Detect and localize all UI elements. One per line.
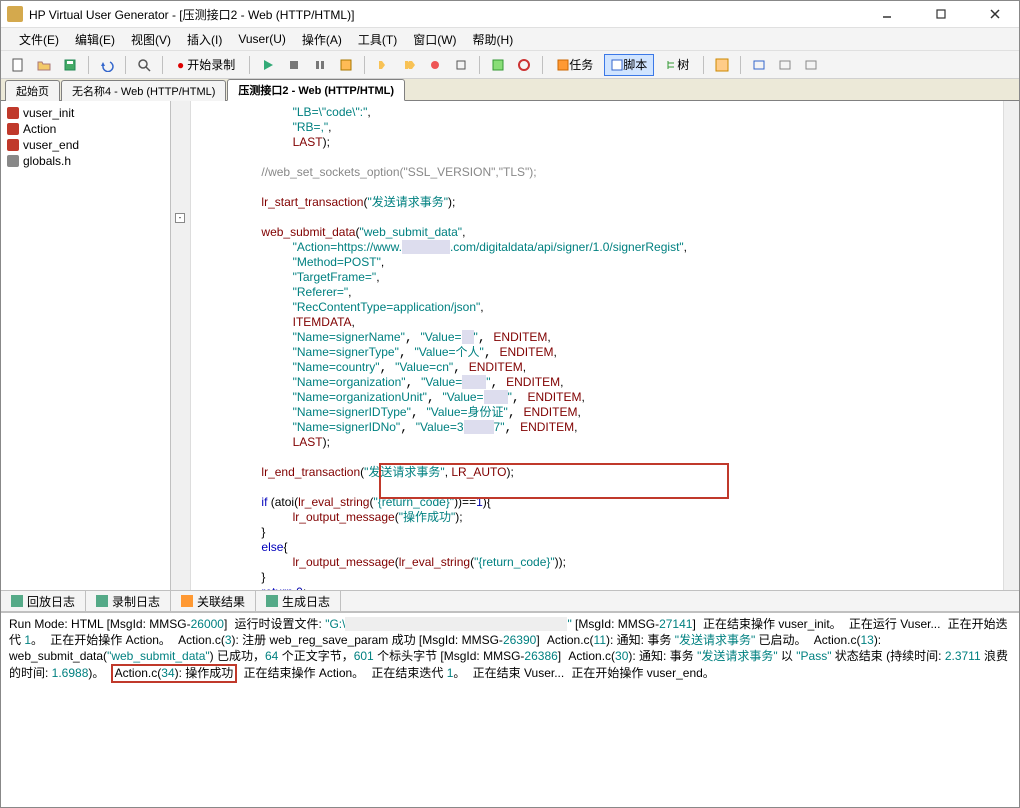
tab-test2[interactable]: 压测接口2 - Web (HTTP/HTML) — [227, 79, 405, 101]
close-button[interactable] — [977, 4, 1013, 24]
action-icon — [7, 123, 19, 135]
gutter: - — [171, 101, 191, 590]
ext2-button[interactable] — [774, 54, 796, 76]
action-icon — [7, 107, 19, 119]
minimize-button[interactable] — [869, 4, 905, 24]
tree-action[interactable]: Action — [5, 121, 166, 137]
new-button[interactable] — [7, 54, 29, 76]
workspace: vuser_init Action vuser_end globals.h - … — [1, 101, 1019, 590]
action-icon — [7, 139, 19, 151]
corr-icon — [181, 595, 193, 607]
fold-icon[interactable]: - — [175, 213, 185, 223]
menu-insert[interactable]: 插入(I) — [179, 29, 230, 50]
btab-record[interactable]: 录制日志 — [86, 591, 171, 612]
app-icon — [7, 6, 23, 22]
maximize-button[interactable] — [923, 4, 959, 24]
play-button[interactable] — [257, 54, 279, 76]
icon6-button[interactable] — [513, 54, 535, 76]
output-tabs: 回放日志 录制日志 关联结果 生成日志 — [1, 590, 1019, 612]
log-icon — [266, 595, 278, 607]
code-content[interactable]: "LB=\"code\":", "RB=,", LAST); //web_set… — [191, 101, 1003, 590]
layout-button[interactable] — [711, 54, 733, 76]
menu-edit[interactable]: 编辑(E) — [67, 29, 123, 50]
tree-globals[interactable]: globals.h — [5, 153, 166, 169]
step3-button[interactable] — [424, 54, 446, 76]
vscrollbar[interactable] — [1003, 101, 1019, 590]
toolbar: ●开始录制 任务 脚本 树 — [1, 51, 1019, 79]
app-window: HP Virtual User Generator - [压测接口2 - Web… — [0, 0, 1020, 808]
menu-window[interactable]: 窗口(W) — [405, 29, 464, 50]
btab-corr[interactable]: 关联结果 — [171, 591, 256, 612]
undo-button[interactable] — [96, 54, 118, 76]
titlebar: HP Virtual User Generator - [压测接口2 - Web… — [1, 1, 1019, 27]
tab-start[interactable]: 起始页 — [5, 80, 60, 101]
ext1-button[interactable] — [748, 54, 770, 76]
btab-replay[interactable]: 回放日志 — [1, 591, 86, 612]
script-button[interactable]: 脚本 — [604, 54, 654, 76]
menu-file[interactable]: 文件(E) — [11, 29, 67, 50]
menu-ops[interactable]: 操作(A) — [294, 29, 350, 50]
save-button[interactable] — [59, 54, 81, 76]
compile-button[interactable] — [335, 54, 357, 76]
tree-vuser-end[interactable]: vuser_end — [5, 137, 166, 153]
step2-button[interactable] — [398, 54, 420, 76]
tab-noname4[interactable]: 无名称4 - Web (HTTP/HTML) — [61, 80, 226, 101]
menu-help[interactable]: 帮助(H) — [465, 29, 522, 50]
find-button[interactable] — [133, 54, 155, 76]
step1-button[interactable] — [372, 54, 394, 76]
stop-button[interactable] — [283, 54, 305, 76]
tree-vuser-init[interactable]: vuser_init — [5, 105, 166, 121]
pause-button[interactable] — [309, 54, 331, 76]
btab-gen[interactable]: 生成日志 — [256, 591, 341, 612]
window-title: HP Virtual User Generator - [压测接口2 - Web… — [29, 6, 869, 23]
menu-tools[interactable]: 工具(T) — [350, 29, 405, 50]
script-tree: vuser_init Action vuser_end globals.h — [1, 101, 171, 590]
tasks-button[interactable]: 任务 — [550, 54, 600, 76]
ext3-button[interactable] — [800, 54, 822, 76]
icon5-button[interactable] — [487, 54, 509, 76]
tree-button[interactable]: 树 — [658, 54, 696, 76]
menubar: 文件(E) 编辑(E) 视图(V) 插入(I) Vuser(U) 操作(A) 工… — [1, 27, 1019, 51]
document-tabs: 起始页 无名称4 - Web (HTTP/HTML) 压测接口2 - Web (… — [1, 79, 1019, 101]
log-icon — [96, 595, 108, 607]
code-editor[interactable]: - "LB=\"code\":", "RB=,", LAST); //web_s… — [171, 101, 1019, 590]
highlight-annotation-2: Action.c(34): 操作成功 — [111, 664, 238, 683]
header-icon — [7, 155, 19, 167]
output-log[interactable]: Run Mode: HTML [MsgId: MMSG-26000] 运行时设置… — [1, 612, 1019, 807]
menu-vuser[interactable]: Vuser(U) — [230, 30, 294, 48]
menu-view[interactable]: 视图(V) — [123, 29, 179, 50]
open-button[interactable] — [33, 54, 55, 76]
log-icon — [11, 595, 23, 607]
step4-button[interactable] — [450, 54, 472, 76]
start-record-button[interactable]: ●开始录制 — [170, 54, 242, 76]
